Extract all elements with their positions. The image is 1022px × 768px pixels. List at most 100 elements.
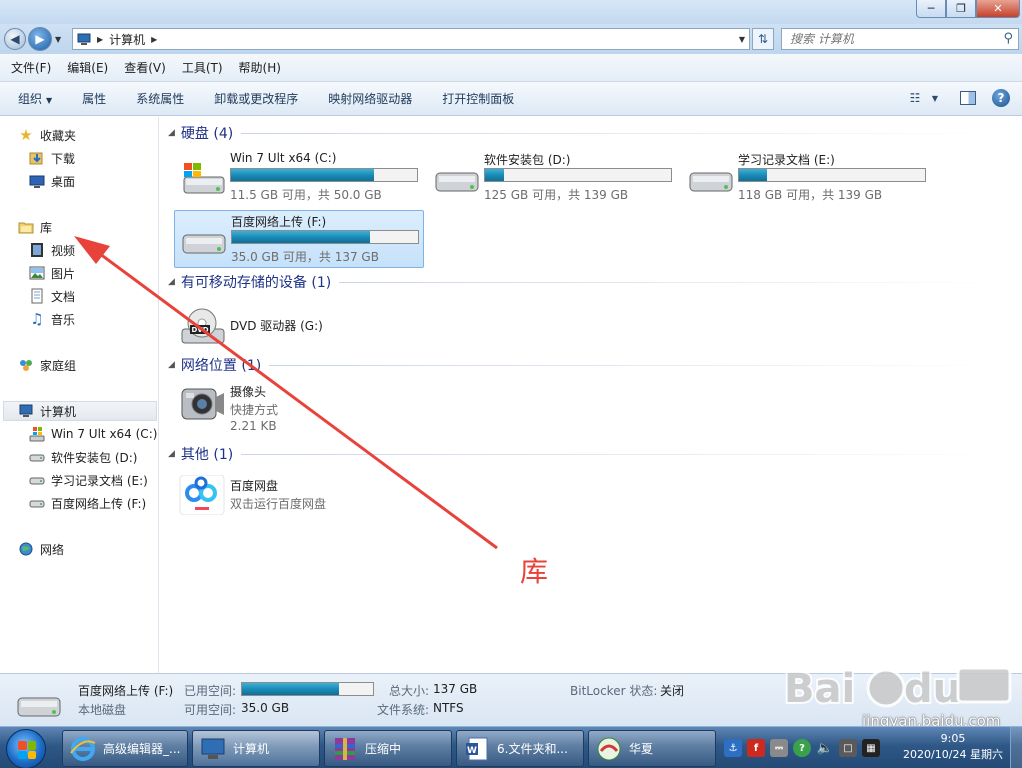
group-divider [241, 132, 1008, 134]
back-arrow-icon: ◀ [10, 32, 20, 46]
nav-downloads[interactable]: 下载 [29, 148, 75, 168]
menu-view[interactable]: 查看(V) [124, 59, 166, 76]
computer-icon [201, 738, 225, 759]
nav-network[interactable]: 网络 [18, 539, 64, 559]
minimize-icon: ─ [927, 2, 935, 15]
system-properties-button[interactable]: 系统属性 [136, 90, 184, 107]
organize-button[interactable]: 组织 ▼ [18, 90, 52, 107]
system-clock[interactable]: 9:05 2020/10/24 星期六 [898, 731, 1008, 763]
dvd-drive-tile[interactable]: DVD DVD 驱动器 (G:) [174, 297, 424, 355]
drive-d-usage-bar [484, 168, 672, 182]
drive-tile-e[interactable]: 学习记录文档 (E:) 118 GB 可用，共 139 GB [682, 149, 932, 207]
nav-drive-c[interactable]: Win 7 Ult x64 (C:) [29, 424, 157, 444]
minimize-button[interactable]: ─ [916, 0, 946, 18]
breadcrumb-chevron[interactable]: ▶ [151, 35, 157, 44]
windows-drive-icon [183, 163, 225, 194]
nav-desktop[interactable]: 桌面 [29, 171, 75, 191]
nav-homegroup[interactable]: 家庭组 [18, 355, 76, 375]
forward-button[interactable]: ▶ [28, 27, 52, 51]
word-document-icon: W [466, 737, 488, 760]
menu-file[interactable]: 文件(F) [11, 59, 51, 76]
search-box[interactable]: ⚲ [781, 28, 1019, 50]
volume-icon[interactable]: 🔈 [816, 739, 834, 757]
collapse-triangle-icon[interactable]: ◢ [168, 128, 175, 138]
collapse-triangle-icon[interactable]: ◢ [168, 360, 175, 370]
group-network-locations[interactable]: ◢ 网络位置 (1) [168, 355, 1008, 375]
uninstall-program-button[interactable]: 卸载或更改程序 [214, 90, 298, 107]
back-button[interactable]: ◀ [4, 28, 26, 50]
menu-tools[interactable]: 工具(T) [182, 59, 223, 76]
group-other[interactable]: ◢ 其他 (1) [168, 444, 1008, 464]
ime-icon[interactable]: ▦ [862, 739, 880, 757]
nav-desktop-label: 桌面 [51, 174, 76, 189]
refresh-button[interactable]: ⇅ [752, 28, 774, 50]
library-folder-icon [18, 222, 34, 234]
nav-libraries[interactable]: 库 [18, 217, 52, 237]
breadcrumb-computer[interactable]: 计算机 [109, 31, 145, 48]
nav-documents[interactable]: 文档 [29, 286, 75, 306]
nav-videos-label: 视频 [51, 243, 76, 258]
group-removable[interactable]: ◢ 有可移动存储的设备 (1) [168, 272, 1008, 292]
nav-homegroup-label: 家庭组 [40, 358, 77, 373]
address-dropdown[interactable]: ▼ [739, 35, 745, 44]
task-huaxia[interactable]: 华夏 [588, 730, 716, 767]
window-controls: ─ ❐ ✕ [916, 0, 1020, 18]
system-tray: ⚓ f ⎓ ? 🔈 □ ▦ [724, 727, 885, 768]
task-ie-editor[interactable]: 高级编辑器_... [62, 730, 188, 767]
change-view-icon[interactable]: ☷ [906, 89, 924, 107]
security-shield-icon[interactable]: ⚓ [724, 739, 742, 757]
task-computer[interactable]: 计算机 [192, 730, 320, 767]
help-tray-icon[interactable]: ? [793, 739, 811, 757]
nav-network-label: 网络 [40, 542, 65, 557]
collapse-triangle-icon[interactable]: ◢ [168, 449, 175, 459]
menu-help[interactable]: 帮助(H) [239, 59, 281, 76]
recent-pages-dropdown[interactable]: ▼ [55, 35, 61, 44]
drive-tile-f[interactable]: 百度网络上传 (F:) 35.0 GB 可用，共 137 GB [174, 210, 424, 268]
flash-player-icon[interactable]: f [747, 739, 765, 757]
task-word-document[interactable]: W 6.文件夹和... [456, 730, 584, 767]
task-winrar[interactable]: 压缩中 [324, 730, 452, 767]
collapse-triangle-icon[interactable]: ◢ [168, 277, 175, 287]
usb-device-icon[interactable]: ⎓ [770, 739, 788, 757]
nav-pictures[interactable]: 图片 [29, 263, 75, 283]
internet-explorer-icon [70, 736, 96, 761]
baidu-netdisk-tile[interactable]: 百度网盘 双击运行百度网盘 [174, 475, 424, 533]
nav-videos[interactable]: 视频 [29, 240, 75, 260]
drive-tile-c[interactable]: Win 7 Ult x64 (C:) 11.5 GB 可用，共 50.0 GB [174, 149, 424, 207]
nav-computer[interactable]: 计算机 [3, 401, 157, 421]
view-options-chevron-icon[interactable]: ▼ [926, 89, 944, 107]
preview-pane-icon[interactable] [960, 91, 976, 105]
properties-button[interactable]: 属性 [82, 90, 106, 107]
details-total-label: 总大小: [389, 684, 430, 698]
menu-edit[interactable]: 编辑(E) [67, 59, 108, 76]
map-network-drive-button[interactable]: 映射网络驱动器 [328, 90, 412, 107]
help-icon[interactable]: ? [992, 89, 1010, 107]
details-used-label: 已用空间: [184, 684, 237, 698]
breadcrumb-separator[interactable]: ▶ [97, 35, 103, 44]
start-button[interactable] [6, 729, 46, 768]
task-huaxia-label: 华夏 [629, 742, 654, 756]
search-input[interactable] [790, 32, 990, 46]
group-hard-disks[interactable]: ◢ 硬盘 (4) [168, 123, 1008, 143]
maximize-button[interactable]: ❐ [946, 0, 976, 18]
nav-drive-e[interactable]: 学习记录文档 (E:) [29, 470, 148, 490]
open-control-panel-button[interactable]: 打开控制面板 [442, 90, 514, 107]
drive-f-free-space: 35.0 GB 可用，共 137 GB [231, 250, 379, 264]
show-desktop-button[interactable] [1010, 727, 1022, 768]
nav-favorites[interactable]: ★ 收藏夹 [18, 125, 76, 145]
camera-tile[interactable]: 摄像头 快捷方式 2.21 KB [174, 381, 424, 439]
close-button[interactable]: ✕ [976, 0, 1020, 18]
search-icon[interactable]: ⚲ [1003, 31, 1013, 46]
command-bar: 组织 ▼ 属性 系统属性 卸载或更改程序 映射网络驱动器 打开控制面板 ☷ ▼ ? [0, 82, 1022, 116]
baidu-jingyan-watermark-logo: Bai Bai du du [782, 664, 1012, 714]
drive-tile-d[interactable]: 软件安装包 (D:) 125 GB 可用，共 139 GB [428, 149, 678, 207]
group-divider [269, 364, 1008, 366]
nav-downloads-label: 下载 [51, 151, 76, 166]
nav-drive-d[interactable]: 软件安装包 (D:) [29, 447, 137, 467]
nav-drive-f[interactable]: 百度网络上传 (F:) [29, 493, 146, 513]
network-status-icon[interactable]: □ [839, 739, 857, 757]
chevron-down-icon: ▼ [46, 96, 53, 105]
address-bar[interactable]: ▶ 计算机 ▶ ▼ [72, 28, 750, 50]
windows-logo-icon [18, 741, 36, 759]
nav-music[interactable]: ♫ 音乐 [29, 309, 75, 329]
